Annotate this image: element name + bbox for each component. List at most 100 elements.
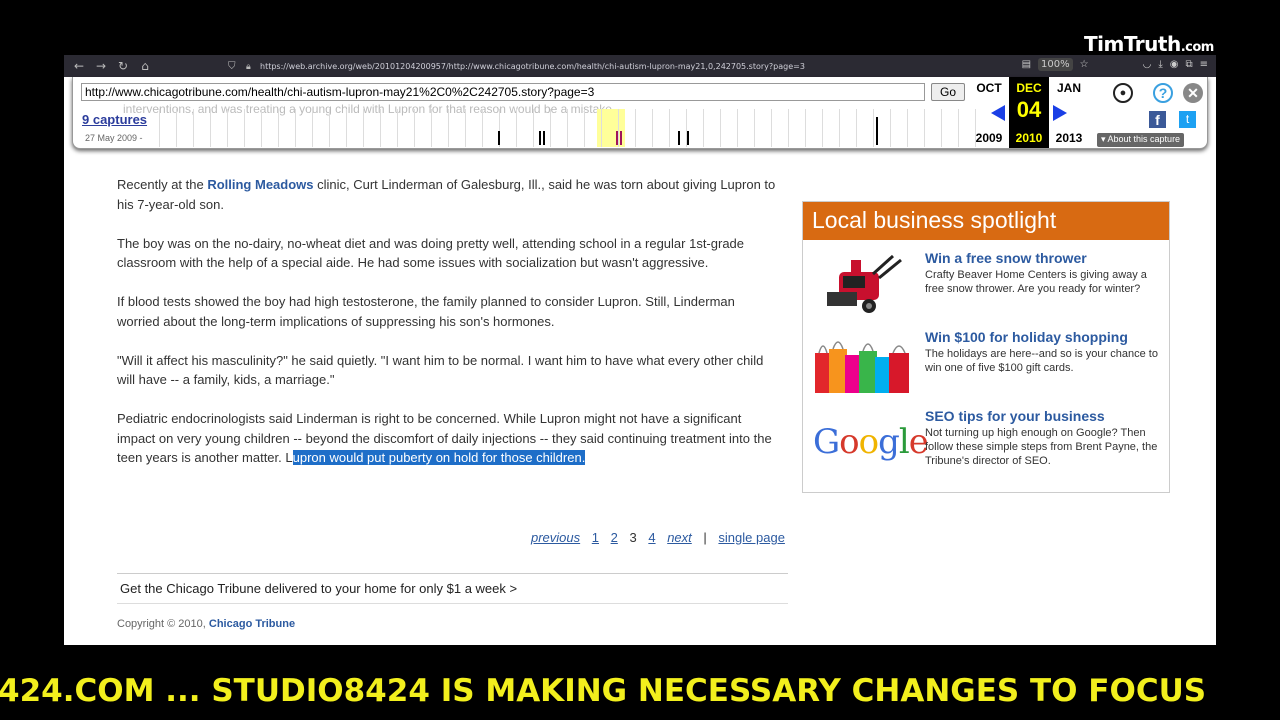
browser-toolbar: ← → ↻ ⌂ ⛉ 🔒︎ https://web.archive.org/web… bbox=[64, 55, 1216, 77]
download-icon[interactable]: ⤓ bbox=[1158, 59, 1162, 70]
capture-mark[interactable] bbox=[678, 131, 680, 145]
capture-mark[interactable] bbox=[539, 131, 541, 145]
toolbar-right-icons: ▤ 100% ☆ ◡ ⤓ ◉ ⧉ ≡ bbox=[1022, 58, 1208, 71]
reload-icon[interactable]: ↻ bbox=[112, 59, 134, 73]
pager-previous[interactable]: previous bbox=[531, 530, 580, 545]
timeline-tick bbox=[363, 109, 364, 147]
timtruth-logo: TimTruth.com bbox=[1084, 32, 1214, 56]
capture-mark[interactable] bbox=[620, 131, 622, 145]
timeline-tick bbox=[448, 109, 449, 147]
twitter-icon[interactable]: t bbox=[1179, 111, 1196, 128]
star-icon[interactable]: ☆ bbox=[1080, 59, 1089, 70]
about-capture-button[interactable]: ▾ About this capture bbox=[1097, 133, 1185, 147]
capture-mark[interactable] bbox=[543, 131, 545, 145]
prev-month-label[interactable]: OCT bbox=[969, 81, 1009, 95]
current-month-label: DEC bbox=[1016, 81, 1042, 95]
timeline-tick bbox=[703, 109, 704, 147]
next-year-label[interactable]: 2013 bbox=[1049, 131, 1089, 145]
pager-page-1[interactable]: 1 bbox=[592, 530, 599, 545]
timeline-tick bbox=[516, 109, 517, 147]
capture-mark[interactable] bbox=[498, 131, 500, 145]
timeline-tick bbox=[584, 109, 585, 147]
reader-icon[interactable]: ▤ bbox=[1022, 59, 1031, 70]
capture-timeline[interactable] bbox=[159, 109, 976, 147]
timeline-tick bbox=[567, 109, 568, 147]
prev-month[interactable]: OCT 2009 bbox=[969, 77, 1009, 148]
lock-icon[interactable]: 🔒︎ bbox=[246, 61, 251, 72]
shopping-bags-image[interactable] bbox=[813, 331, 915, 395]
capture-mark[interactable] bbox=[616, 131, 618, 145]
copyright: Copyright © 2010, Chicago Tribune bbox=[117, 618, 295, 630]
timeline-tick bbox=[601, 109, 602, 147]
pager-page-4[interactable]: 4 bbox=[648, 530, 655, 545]
timeline-tick bbox=[244, 109, 245, 147]
spotlight-title-3[interactable]: SEO tips for your business bbox=[925, 408, 1105, 424]
spotlight-desc-1: Crafty Beaver Home Centers is giving awa… bbox=[925, 269, 1147, 295]
prev-arrow-icon[interactable] bbox=[991, 105, 1005, 121]
capture-mark[interactable] bbox=[876, 117, 878, 145]
spotlight-desc-2: The holidays are here--and so is your ch… bbox=[925, 348, 1158, 374]
timeline-tick bbox=[788, 109, 789, 147]
business-spotlight: Local business spotlight Win a free snow… bbox=[802, 201, 1170, 493]
wayback-url-input[interactable]: http://www.chicagotribune.com/health/chi… bbox=[81, 83, 925, 101]
spotlight-item-snow-thrower[interactable]: Win a free snow thrower Crafty Beaver Ho… bbox=[803, 248, 1169, 320]
home-icon[interactable]: ⌂ bbox=[134, 59, 156, 73]
timeline-tick bbox=[380, 109, 381, 147]
google-logo[interactable]: Google bbox=[813, 410, 929, 474]
spotlight-item-holiday-shopping[interactable]: Win $100 for holiday shopping The holida… bbox=[803, 327, 1169, 399]
timeline-tick bbox=[465, 109, 466, 147]
pager-single-page[interactable]: single page bbox=[718, 530, 785, 545]
spotlight-item-seo-tips[interactable]: Google SEO tips for your business Not tu… bbox=[803, 406, 1169, 478]
next-arrow-icon[interactable] bbox=[1053, 105, 1067, 121]
spotlight-desc-3: Not turning up high enough on Google? Th… bbox=[925, 427, 1158, 467]
logo-suffix: .com bbox=[1180, 40, 1215, 55]
timeline-tick bbox=[261, 109, 262, 147]
timeline-tick bbox=[822, 109, 823, 147]
menu-icon[interactable]: ≡ bbox=[1200, 59, 1208, 70]
selected-text[interactable]: upron would put puberty on hold for thos… bbox=[292, 450, 586, 465]
captures-link[interactable]: 9 captures bbox=[82, 112, 147, 127]
shield-icon[interactable]: ⛉ bbox=[228, 61, 236, 72]
capture-mark[interactable] bbox=[687, 131, 689, 145]
zoom-badge[interactable]: 100% bbox=[1038, 58, 1073, 71]
address-bar[interactable]: ⛉ 🔒︎ https://web.archive.org/web/2010120… bbox=[224, 58, 1044, 74]
timeline-tick bbox=[397, 109, 398, 147]
next-month-label[interactable]: JAN bbox=[1049, 81, 1089, 95]
facebook-icon[interactable]: f bbox=[1149, 111, 1166, 128]
news-ticker: 424.COM ... STUDIO8424 IS MAKING NECESSA… bbox=[0, 666, 1280, 720]
address-text[interactable]: https://web.archive.org/web/201012042009… bbox=[260, 62, 805, 71]
user-icon[interactable]: ● bbox=[1113, 83, 1133, 103]
timeline-tick bbox=[805, 109, 806, 147]
pocket-icon[interactable]: ◡ bbox=[1143, 59, 1152, 70]
timeline-tick bbox=[958, 109, 959, 147]
snow-thrower-image[interactable] bbox=[813, 252, 915, 316]
prev-year-label[interactable]: 2009 bbox=[969, 131, 1009, 145]
wayback-go-button[interactable]: Go bbox=[931, 83, 965, 101]
current-day-label: 04 bbox=[1016, 97, 1042, 122]
forward-icon[interactable]: → bbox=[90, 59, 112, 73]
spotlight-title-1[interactable]: Win a free snow thrower bbox=[925, 250, 1087, 266]
close-icon[interactable]: ✕ bbox=[1183, 83, 1203, 103]
next-month[interactable]: JAN 2013 bbox=[1049, 77, 1089, 148]
subscribe-link[interactable]: Get the Chicago Tribune delivered to you… bbox=[117, 573, 788, 604]
pager-page-2[interactable]: 2 bbox=[611, 530, 618, 545]
timeline-tick bbox=[856, 109, 857, 147]
ticker-text: 424.COM ... STUDIO8424 IS MAKING NECESSA… bbox=[0, 673, 1207, 709]
timeline-tick bbox=[210, 109, 211, 147]
pager-current-page: 3 bbox=[629, 530, 637, 545]
back-icon[interactable]: ← bbox=[68, 59, 90, 73]
spotlight-title-2[interactable]: Win $100 for holiday shopping bbox=[925, 329, 1128, 345]
pager-next[interactable]: next bbox=[667, 530, 692, 545]
wayback-toolbar: interventions, and was treating a young … bbox=[72, 77, 1208, 149]
chicago-tribune-link[interactable]: Chicago Tribune bbox=[209, 618, 295, 630]
help-icon[interactable]: ? bbox=[1153, 83, 1173, 103]
extensions-icon[interactable]: ⧉ bbox=[1185, 59, 1192, 70]
timeline-tick bbox=[873, 109, 874, 147]
rolling-meadows-link[interactable]: Rolling Meadows bbox=[207, 177, 313, 192]
timeline-tick bbox=[669, 109, 670, 147]
current-month: DEC 04 2010 bbox=[1009, 77, 1049, 148]
copyright-text: Copyright © 2010, bbox=[117, 618, 209, 630]
timeline-tick bbox=[176, 109, 177, 147]
account-icon[interactable]: ◉ bbox=[1170, 59, 1179, 70]
timeline-tick bbox=[907, 109, 908, 147]
